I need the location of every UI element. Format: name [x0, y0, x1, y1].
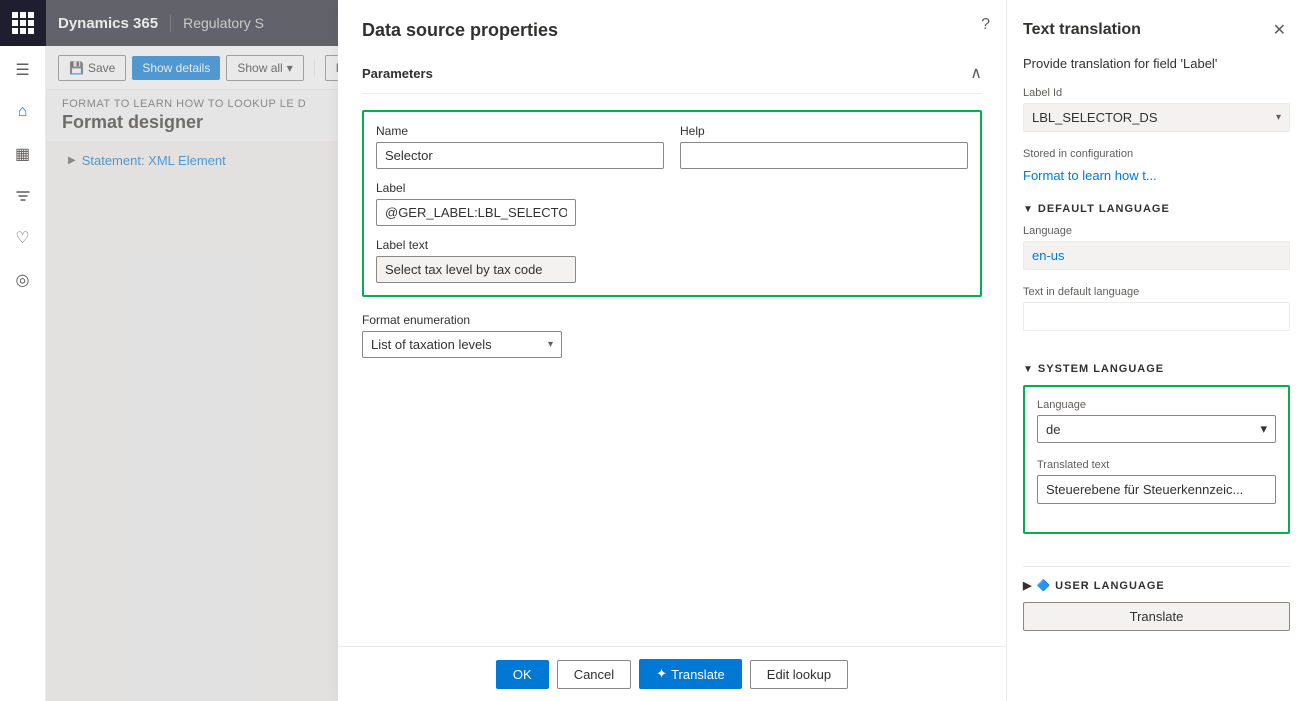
name-label: Name: [376, 124, 664, 138]
chevron-down-icon: ▾: [548, 339, 553, 350]
system-lang-collapse-icon[interactable]: ▼: [1023, 364, 1034, 375]
stored-in-group: Stored in configuration Format to learn …: [1023, 148, 1290, 187]
translated-text-group: Translated text: [1037, 459, 1276, 504]
default-lang-collapse-icon[interactable]: ▼: [1023, 204, 1034, 215]
green-outlined-box: Name Help Label: [362, 110, 982, 297]
label-text-label: Label text: [376, 238, 968, 252]
translate-button[interactable]: ✦ Translate: [639, 659, 742, 689]
system-language-green-box: Language de ▾ Translated text: [1023, 385, 1290, 534]
system-lang-label: Language: [1037, 399, 1276, 411]
format-enum-value: List of taxation levels: [371, 337, 492, 352]
section-collapse-icon[interactable]: ∧: [970, 63, 982, 83]
format-enum-select[interactable]: List of taxation levels ▾: [362, 331, 562, 358]
label-input[interactable]: [376, 199, 576, 226]
dialog-footer: OK Cancel ✦ Translate Edit lookup: [338, 646, 1006, 701]
system-lang-group: Language de ▾: [1037, 399, 1276, 443]
translation-subtitle: Provide translation for field 'Label': [1023, 56, 1290, 71]
sidebar-icon-filter[interactable]: [3, 176, 43, 216]
default-text-input[interactable]: [1023, 302, 1290, 331]
user-lang-triangle-icon: ▶: [1023, 579, 1032, 592]
label-text-row: Label text Select tax level by tax code: [376, 238, 968, 283]
stored-in-value[interactable]: Format to learn how t...: [1023, 164, 1290, 187]
user-lang-title: USER LANGUAGE: [1055, 580, 1165, 592]
label-id-group: Label Id LBL_SELECTOR_DS ▾: [1023, 87, 1290, 132]
default-lang-value: en-us: [1023, 241, 1290, 270]
edit-lookup-button[interactable]: Edit lookup: [750, 660, 848, 689]
label-id-value: LBL_SELECTOR_DS ▾: [1023, 103, 1290, 132]
default-language-lang-group: Language en-us: [1023, 225, 1290, 270]
help-group: Help: [680, 124, 968, 169]
default-lang-section-label: DEFAULT LANGUAGE: [1038, 203, 1170, 215]
system-lang-section-label: SYSTEM LANGUAGE: [1038, 363, 1164, 375]
default-language-title: ▼ DEFAULT LANGUAGE: [1023, 203, 1290, 215]
dialog-body: Parameters ∧ Name Help: [338, 53, 1006, 646]
stored-in-label: Stored in configuration: [1023, 148, 1290, 160]
default-language-section: ▼ DEFAULT LANGUAGE Language en-us Text i…: [1023, 203, 1290, 347]
sidebar-icon-menu[interactable]: ☰: [3, 50, 43, 90]
user-language-section: ▶ 🔷 USER LANGUAGE Translate: [1023, 566, 1290, 631]
label-id-chevron-icon: ▾: [1276, 112, 1281, 123]
cancel-button[interactable]: Cancel: [557, 660, 631, 689]
help-label: Help: [680, 124, 968, 138]
system-lang-chevron-icon: ▾: [1260, 421, 1267, 437]
sidebar-icon-home[interactable]: ⌂: [3, 92, 43, 132]
help-input[interactable]: [680, 142, 968, 169]
ok-button[interactable]: OK: [496, 660, 549, 689]
translated-text-label: Translated text: [1037, 459, 1276, 471]
label-group: Label: [376, 181, 968, 226]
label-text-value: Select tax level by tax code: [376, 256, 576, 283]
translate-label: Translate: [671, 667, 725, 682]
filter-icon: [15, 188, 31, 204]
user-lang-icon: 🔷: [1036, 579, 1051, 592]
parameters-label: Parameters: [362, 66, 433, 81]
waffle-icon: [12, 12, 34, 34]
format-enum-group: Format enumeration List of taxation leve…: [362, 313, 562, 358]
format-enum-label: Format enumeration: [362, 313, 562, 327]
system-lang-value: de: [1046, 422, 1060, 437]
parameters-section-header: Parameters ∧: [362, 53, 982, 94]
dialog-header: Data source properties: [338, 46, 1006, 53]
right-panel: Text translation ✕ Provide translation f…: [1006, 46, 1306, 701]
label-text-group: Label text Select tax level by tax code: [376, 238, 968, 283]
dialog: ? Data source properties Parameters ∧ Na…: [338, 46, 1006, 701]
default-lang-label: Language: [1023, 225, 1290, 237]
name-input[interactable]: [376, 142, 664, 169]
default-text-group: Text in default language: [1023, 286, 1290, 331]
label-row: Label: [376, 181, 968, 226]
system-lang-select[interactable]: de ▾: [1037, 415, 1276, 443]
waffle-button[interactable]: [0, 0, 46, 46]
right-translate-button[interactable]: Translate: [1023, 602, 1290, 631]
default-text-label: Text in default language: [1023, 286, 1290, 298]
translate-icon: ✦: [656, 666, 667, 682]
sidebar-icon-grid[interactable]: ▦: [3, 134, 43, 174]
sidebar: ☰ ⌂ ▦ ♡ ◎: [0, 46, 46, 701]
label-id-text: LBL_SELECTOR_DS: [1032, 110, 1158, 125]
name-help-row: Name Help: [376, 124, 968, 169]
sidebar-icon-circle[interactable]: ◎: [3, 260, 43, 300]
name-group: Name: [376, 124, 664, 169]
main-layout: ☰ ⌂ ▦ ♡ ◎ 💾 Save Show details Show all ▾…: [0, 46, 1306, 701]
label-field-label: Label: [376, 181, 968, 195]
system-language-section: ▼ SYSTEM LANGUAGE Language de ▾ Translat…: [1023, 363, 1290, 550]
user-lang-header[interactable]: ▶ 🔷 USER LANGUAGE: [1023, 579, 1290, 592]
system-language-title: ▼ SYSTEM LANGUAGE: [1023, 363, 1290, 375]
sidebar-icon-heart[interactable]: ♡: [3, 218, 43, 258]
translated-text-input[interactable]: [1037, 475, 1276, 504]
label-id-label: Label Id: [1023, 87, 1290, 99]
